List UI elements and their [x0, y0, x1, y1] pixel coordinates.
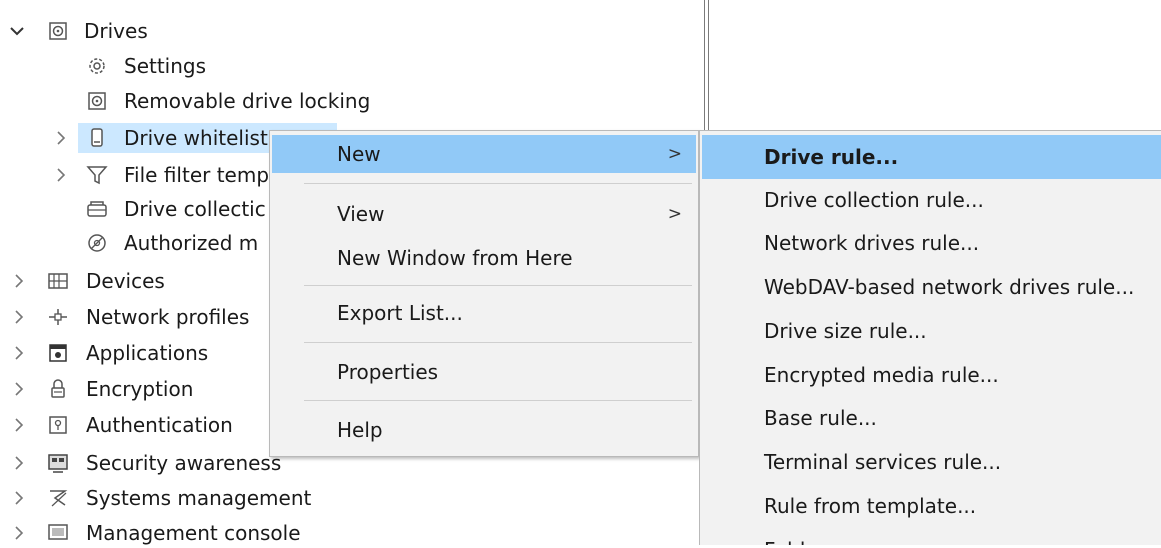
menu-separator [304, 400, 692, 401]
tree-item-devices[interactable]: Devices [0, 266, 300, 296]
tree-item-label: Drives [84, 19, 148, 43]
tree-item-label: Settings [124, 54, 207, 78]
menu-item-label: View [337, 202, 385, 226]
tree-item-label: Authorized m [124, 231, 259, 255]
tree-item-encryption[interactable]: Encryption [0, 374, 300, 404]
tree-item-label: Security awareness [86, 451, 282, 475]
menu-item-label: New [337, 142, 381, 166]
chevron-right-icon[interactable] [10, 306, 28, 328]
chevron-down-icon[interactable] [8, 20, 26, 42]
menu-separator [304, 342, 692, 343]
security-awareness-icon [47, 452, 69, 474]
funnel-icon [86, 164, 108, 186]
chevron-right-icon[interactable] [10, 487, 28, 509]
submenu-arrow-icon: > [667, 204, 682, 224]
chevron-right-icon[interactable] [10, 342, 28, 364]
submenu-item-label: Terminal services rule... [764, 450, 1002, 474]
menu-item-new[interactable]: New > [272, 135, 696, 173]
tree-item-drive-collection[interactable]: Drive collectic [0, 194, 300, 224]
tree-item-label: Applications [86, 341, 209, 365]
submenu-item-label: Folder... [764, 529, 843, 545]
lock-icon [47, 378, 69, 400]
chevron-right-icon[interactable] [10, 414, 28, 436]
tree-item-file-filter-templates[interactable]: File filter temp [0, 160, 300, 190]
tree-item-label: Network profiles [86, 305, 250, 329]
devices-icon [47, 270, 69, 292]
tree-item-systems-management[interactable]: Systems management [0, 483, 330, 513]
gear-icon [86, 55, 108, 77]
submenu-item-label: Network drives rule... [764, 231, 980, 255]
menu-item-label: Export List... [337, 301, 463, 325]
submenu-item-encrypted-media-rule[interactable]: Encrypted media rule... [702, 354, 1161, 396]
menu-separator [304, 285, 692, 286]
network-icon [47, 306, 69, 328]
submenu-item-label: Drive size rule... [764, 319, 927, 343]
submenu-item-label: Drive collection rule... [764, 188, 984, 212]
tree-item-applications[interactable]: Applications [0, 338, 300, 368]
console-icon [47, 522, 69, 544]
tree-item-drives[interactable]: Drives [0, 16, 400, 46]
tree-item-network-profiles[interactable]: Network profiles [0, 302, 300, 332]
menu-item-properties[interactable]: Properties [272, 353, 696, 391]
new-submenu: Drive rule... Drive collection rule... N… [699, 130, 1161, 545]
tree-item-label: File filter temp [124, 163, 270, 187]
drive-collection-icon [86, 198, 108, 220]
systems-management-icon [47, 487, 69, 509]
menu-item-label: New Window from Here [337, 246, 573, 270]
tree-item-removable-drive-locking[interactable]: Removable drive locking [0, 86, 420, 116]
tree-item-settings[interactable]: Settings [0, 51, 400, 81]
submenu-item-label: Base rule... [764, 406, 877, 430]
menu-item-label: Help [337, 418, 383, 442]
tree-item-label: Devices [86, 269, 165, 293]
chevron-right-icon[interactable] [10, 522, 28, 544]
authentication-icon [47, 414, 69, 436]
tree-item-label: Encryption [86, 377, 194, 401]
chevron-right-icon[interactable] [10, 270, 28, 292]
submenu-item-folder[interactable]: Folder... [702, 529, 1161, 545]
menu-separator [304, 183, 692, 184]
submenu-arrow-icon: > [667, 144, 682, 164]
applications-icon [47, 342, 69, 364]
submenu-item-drive-collection-rule[interactable]: Drive collection rule... [702, 179, 1161, 221]
menu-item-view[interactable]: View > [272, 195, 696, 233]
submenu-item-label: WebDAV-based network drives rule... [764, 275, 1135, 299]
submenu-item-rule-from-template[interactable]: Rule from template... [702, 485, 1161, 527]
usb-drive-icon [86, 127, 108, 149]
menu-item-new-window-from-here[interactable]: New Window from Here [272, 239, 696, 277]
tree-item-drive-whitelist-content[interactable]: Drive whitelist [0, 123, 300, 153]
submenu-item-label: Rule from template... [764, 494, 977, 518]
submenu-item-network-drives-rule[interactable]: Network drives rule... [702, 222, 1161, 264]
submenu-item-webdav-network-drives-rule[interactable]: WebDAV-based network drives rule... [702, 266, 1161, 308]
chevron-right-icon[interactable] [10, 378, 28, 400]
menu-item-label: Properties [337, 360, 439, 384]
chevron-right-icon[interactable] [10, 452, 28, 474]
tree-item-label: Removable drive locking [124, 89, 371, 113]
menu-item-help[interactable]: Help [272, 411, 696, 449]
drive-icon [47, 20, 69, 42]
drive-icon [86, 90, 108, 112]
context-menu: New > View > New Window from Here Export… [269, 130, 699, 457]
tree-item-label: Systems management [86, 486, 312, 510]
submenu-item-drive-rule[interactable]: Drive rule... [702, 135, 1161, 179]
submenu-item-base-rule[interactable]: Base rule... [702, 397, 1161, 439]
chevron-right-icon[interactable] [52, 164, 70, 186]
menu-item-export-list[interactable]: Export List... [272, 294, 696, 332]
tree-item-security-awareness[interactable]: Security awareness [0, 448, 300, 478]
submenu-item-label: Drive rule... [764, 145, 899, 169]
tree-item-label: Drive whitelist [124, 126, 268, 150]
submenu-item-terminal-services-rule[interactable]: Terminal services rule... [702, 441, 1161, 483]
tree-item-authentication[interactable]: Authentication [0, 410, 300, 440]
tree-item-label: Drive collectic [124, 197, 266, 221]
tree-item-authorized-media[interactable]: Authorized m [0, 228, 300, 258]
authorized-media-icon [86, 232, 108, 254]
tree-item-label: Authentication [86, 413, 233, 437]
chevron-right-icon[interactable] [52, 127, 70, 149]
submenu-item-drive-size-rule[interactable]: Drive size rule... [702, 310, 1161, 352]
submenu-item-label: Encrypted media rule... [764, 363, 999, 387]
